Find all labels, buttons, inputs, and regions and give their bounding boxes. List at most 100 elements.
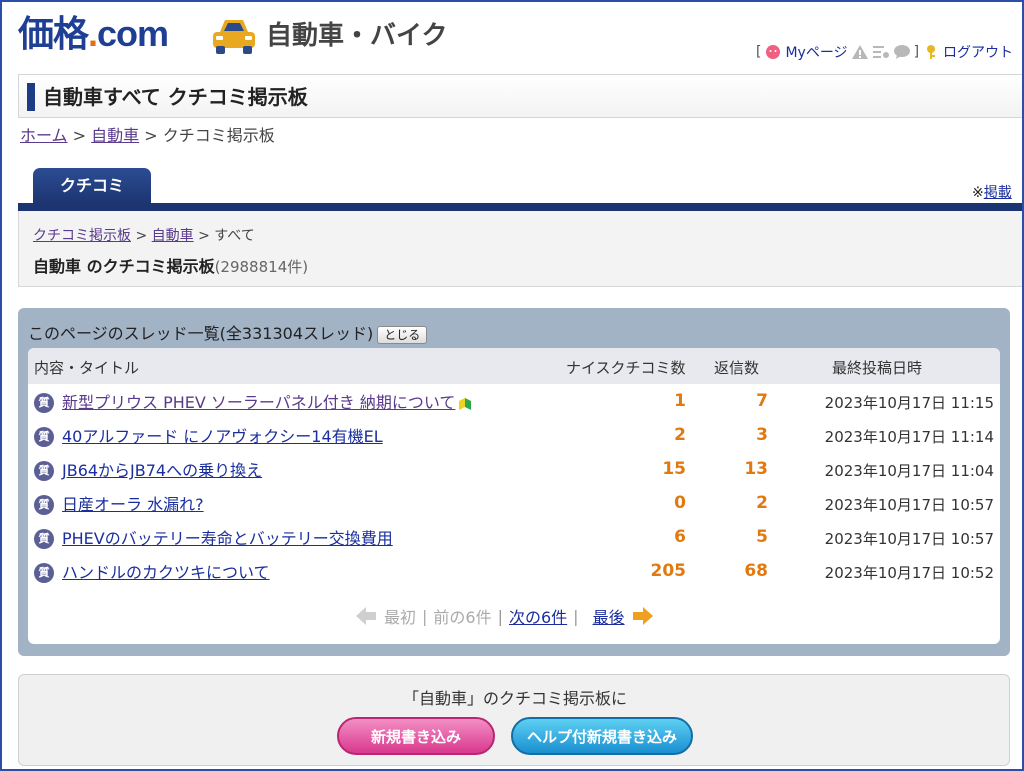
thread-title-link[interactable]: PHEVのバッテリー寿命とバッテリー交換費用 <box>62 525 393 549</box>
thread-title-text[interactable]: JB64からJB74への乗り換え <box>62 461 262 480</box>
col-nice[interactable]: ナイスクチコミ数 <box>566 357 686 378</box>
page-title: 自動車すべて クチコミ掲示板 <box>43 85 308 109</box>
breadcrumb-car[interactable]: 自動車 <box>91 126 139 145</box>
pager-sep: | <box>573 606 579 626</box>
thread-title-text[interactable]: 日産オーラ 水漏れ? <box>62 495 204 514</box>
user-bar: [ Myページ ] ログアウト <box>756 42 1013 62</box>
title-accent-bar <box>27 83 35 111</box>
logo-kakaku: 価格 <box>18 13 89 54</box>
post-prompt: 「自動車」のクチコミ掲示板に <box>402 689 627 708</box>
thread-list-header: このページのスレッド一覧(全331304スレッド) とじる <box>28 320 428 344</box>
table-row: 質 PHEVのバッテリー寿命とバッテリー交換費用 6 5 2023年10月17日 10:… <box>28 520 1000 554</box>
tab-underline <box>18 203 1024 211</box>
post-box: 「自動車」のクチコミ掲示板に 新規書き込み ヘルプ付新規書き込み <box>18 674 1010 766</box>
last-post-date: 2023年10月17日 10:57 <box>824 496 994 514</box>
col-last-post[interactable]: 最終投稿日時 <box>832 357 922 378</box>
tab-kuchikomi[interactable]: クチコミ <box>33 168 151 204</box>
note-prefix: ※ <box>972 185 984 201</box>
board-title-text: 自動車 のクチコミ掲示板 <box>33 257 215 276</box>
list-icon[interactable] <box>872 44 890 60</box>
breadcrumb-home[interactable]: ホーム <box>20 126 68 145</box>
thread-list-heading: このページのスレッド一覧(全331304スレッド) <box>28 324 374 343</box>
question-icon: 質 <box>34 427 54 447</box>
breadcrumb-sep: > <box>72 126 87 145</box>
thread-title-link[interactable]: 日産オーラ 水漏れ? <box>62 491 204 515</box>
new-post-button[interactable]: 新規書き込み <box>337 717 495 755</box>
breadcrumb-sep: > <box>144 126 158 145</box>
last-post-date: 2023年10月17日 11:04 <box>824 462 994 480</box>
chat-bubble-icon[interactable] <box>893 44 911 60</box>
pager-next[interactable]: 次の6件 <box>509 604 567 628</box>
thread-title-link[interactable]: 新型プリウス PHEV ソーラーパネル付き 納期について <box>62 389 473 413</box>
thread-title-link[interactable]: 40アルファード にノアヴォクシー14有機EL <box>62 423 383 447</box>
new-post-label: 新規書き込み <box>370 728 461 746</box>
last-post-date: 2023年10月17日 11:15 <box>824 394 994 412</box>
question-icon: 質 <box>34 393 54 413</box>
nice-count: 0 <box>674 493 686 513</box>
board-info-box: クチコミ掲示板 > 自動車 > すべて 自動車 のクチコミ掲示板(2988814… <box>18 211 1024 287</box>
pager-last[interactable]: 最後 <box>593 604 625 628</box>
board-post-count: (2988814件) <box>214 258 309 276</box>
thread-title-text[interactable]: ハンドルのカクツキについて <box>62 563 270 582</box>
pager: 最初 | 前の6件 | 次の6件 | 最後 <box>354 604 655 628</box>
pager-sep: | <box>422 606 428 626</box>
reply-count: 3 <box>756 425 768 445</box>
first-arrow-icon <box>356 607 376 625</box>
key-icon <box>927 45 936 59</box>
reply-count: 13 <box>744 459 768 479</box>
last-arrow-icon[interactable] <box>631 606 655 626</box>
thread-table-header: 内容・タイトル ナイスクチコミ数 返信数 最終投稿日時 <box>28 348 1000 384</box>
thread-title-text[interactable]: 新型プリウス PHEV ソーラーパネル付き 納期について <box>62 393 455 412</box>
help-new-post-label: ヘルプ付新規書き込み <box>526 728 677 746</box>
question-icon: 質 <box>34 529 54 549</box>
nice-count: 2 <box>674 425 686 445</box>
thread-title-link[interactable]: ハンドルのカクツキについて <box>62 559 270 583</box>
thread-title-text[interactable]: PHEVのバッテリー寿命とバッテリー交換費用 <box>62 529 393 548</box>
board-title: 自動車 のクチコミ掲示板(2988814件) <box>33 253 308 277</box>
reply-count: 68 <box>744 561 768 581</box>
category-title[interactable]: 自動車・バイク <box>266 20 447 52</box>
reply-count: 2 <box>756 493 768 513</box>
warning-icon[interactable] <box>851 44 869 60</box>
sub-crumb-board[interactable]: クチコミ掲示板 <box>33 228 131 244</box>
sub-breadcrumb: クチコミ掲示板 > 自動車 > すべて <box>33 225 255 245</box>
logout-link[interactable]: ログアウト <box>943 42 1013 62</box>
question-icon: 質 <box>34 563 54 583</box>
nice-count: 15 <box>662 459 686 479</box>
site-logo[interactable]: 価格.com <box>18 13 169 54</box>
site-header: 価格.com 自動車・バイク [ Myページ ] ログアウト <box>0 0 1024 72</box>
sub-crumb-sep: > <box>135 228 148 244</box>
help-new-post-button[interactable]: ヘルプ付新規書き込み <box>511 717 693 755</box>
beginner-mark-icon <box>459 397 472 410</box>
thread-list-panel: このページのスレッド一覧(全331304スレッド) とじる 内容・タイトル ナイス… <box>18 308 1010 656</box>
close-button[interactable]: とじる <box>377 325 428 344</box>
reply-count: 7 <box>756 391 768 411</box>
last-post-date: 2023年10月17日 11:14 <box>824 428 994 446</box>
thread-table: 内容・タイトル ナイスクチコミ数 返信数 最終投稿日時 質新型プリウス PHEV… <box>28 348 1000 644</box>
mypage-link[interactable]: Myページ <box>785 42 847 62</box>
pager-prev: 前の6件 <box>433 608 492 627</box>
pager-first: 最初 <box>384 608 417 627</box>
bracket-open: [ <box>756 44 762 60</box>
note-link[interactable]: 掲載 <box>984 185 1012 201</box>
last-post-date: 2023年10月17日 10:57 <box>824 530 994 548</box>
logo-com: com <box>97 13 169 54</box>
nice-count: 205 <box>650 561 687 581</box>
sub-crumb-sep: > <box>198 228 210 244</box>
thread-title-link[interactable]: JB64からJB74への乗り換え <box>62 457 262 481</box>
col-replies[interactable]: 返信数 <box>714 357 759 378</box>
sub-crumb-car[interactable]: 自動車 <box>152 228 194 244</box>
page-title-bar: 自動車すべて クチコミ掲示板 <box>18 74 1024 118</box>
table-row: 質 40アルファード にノアヴォクシー14有機EL 2 3 2023年10月17日 11… <box>28 418 1000 452</box>
col-title[interactable]: 内容・タイトル <box>34 357 139 378</box>
sub-crumb-all: すべて <box>214 228 255 244</box>
mypage-face-icon <box>766 45 781 59</box>
logo-dot: . <box>88 13 98 54</box>
table-row: 質日産オーラ 水漏れ? 0 2 2023年10月17日 10:57 <box>28 486 1000 520</box>
thread-title-text[interactable]: 40アルファード にノアヴォクシー14有機EL <box>62 427 383 446</box>
reply-count: 5 <box>756 527 768 547</box>
breadcrumb-current: クチコミ掲示板 <box>162 126 275 145</box>
table-row: 質 JB64からJB74への乗り換え 15 13 2023年10月17日 11:04 <box>28 452 1000 486</box>
table-row: 質新型プリウス PHEV ソーラーパネル付き 納期について 1 7 2023年10月1… <box>28 384 1000 418</box>
posting-note: ※掲載 <box>972 182 1012 202</box>
